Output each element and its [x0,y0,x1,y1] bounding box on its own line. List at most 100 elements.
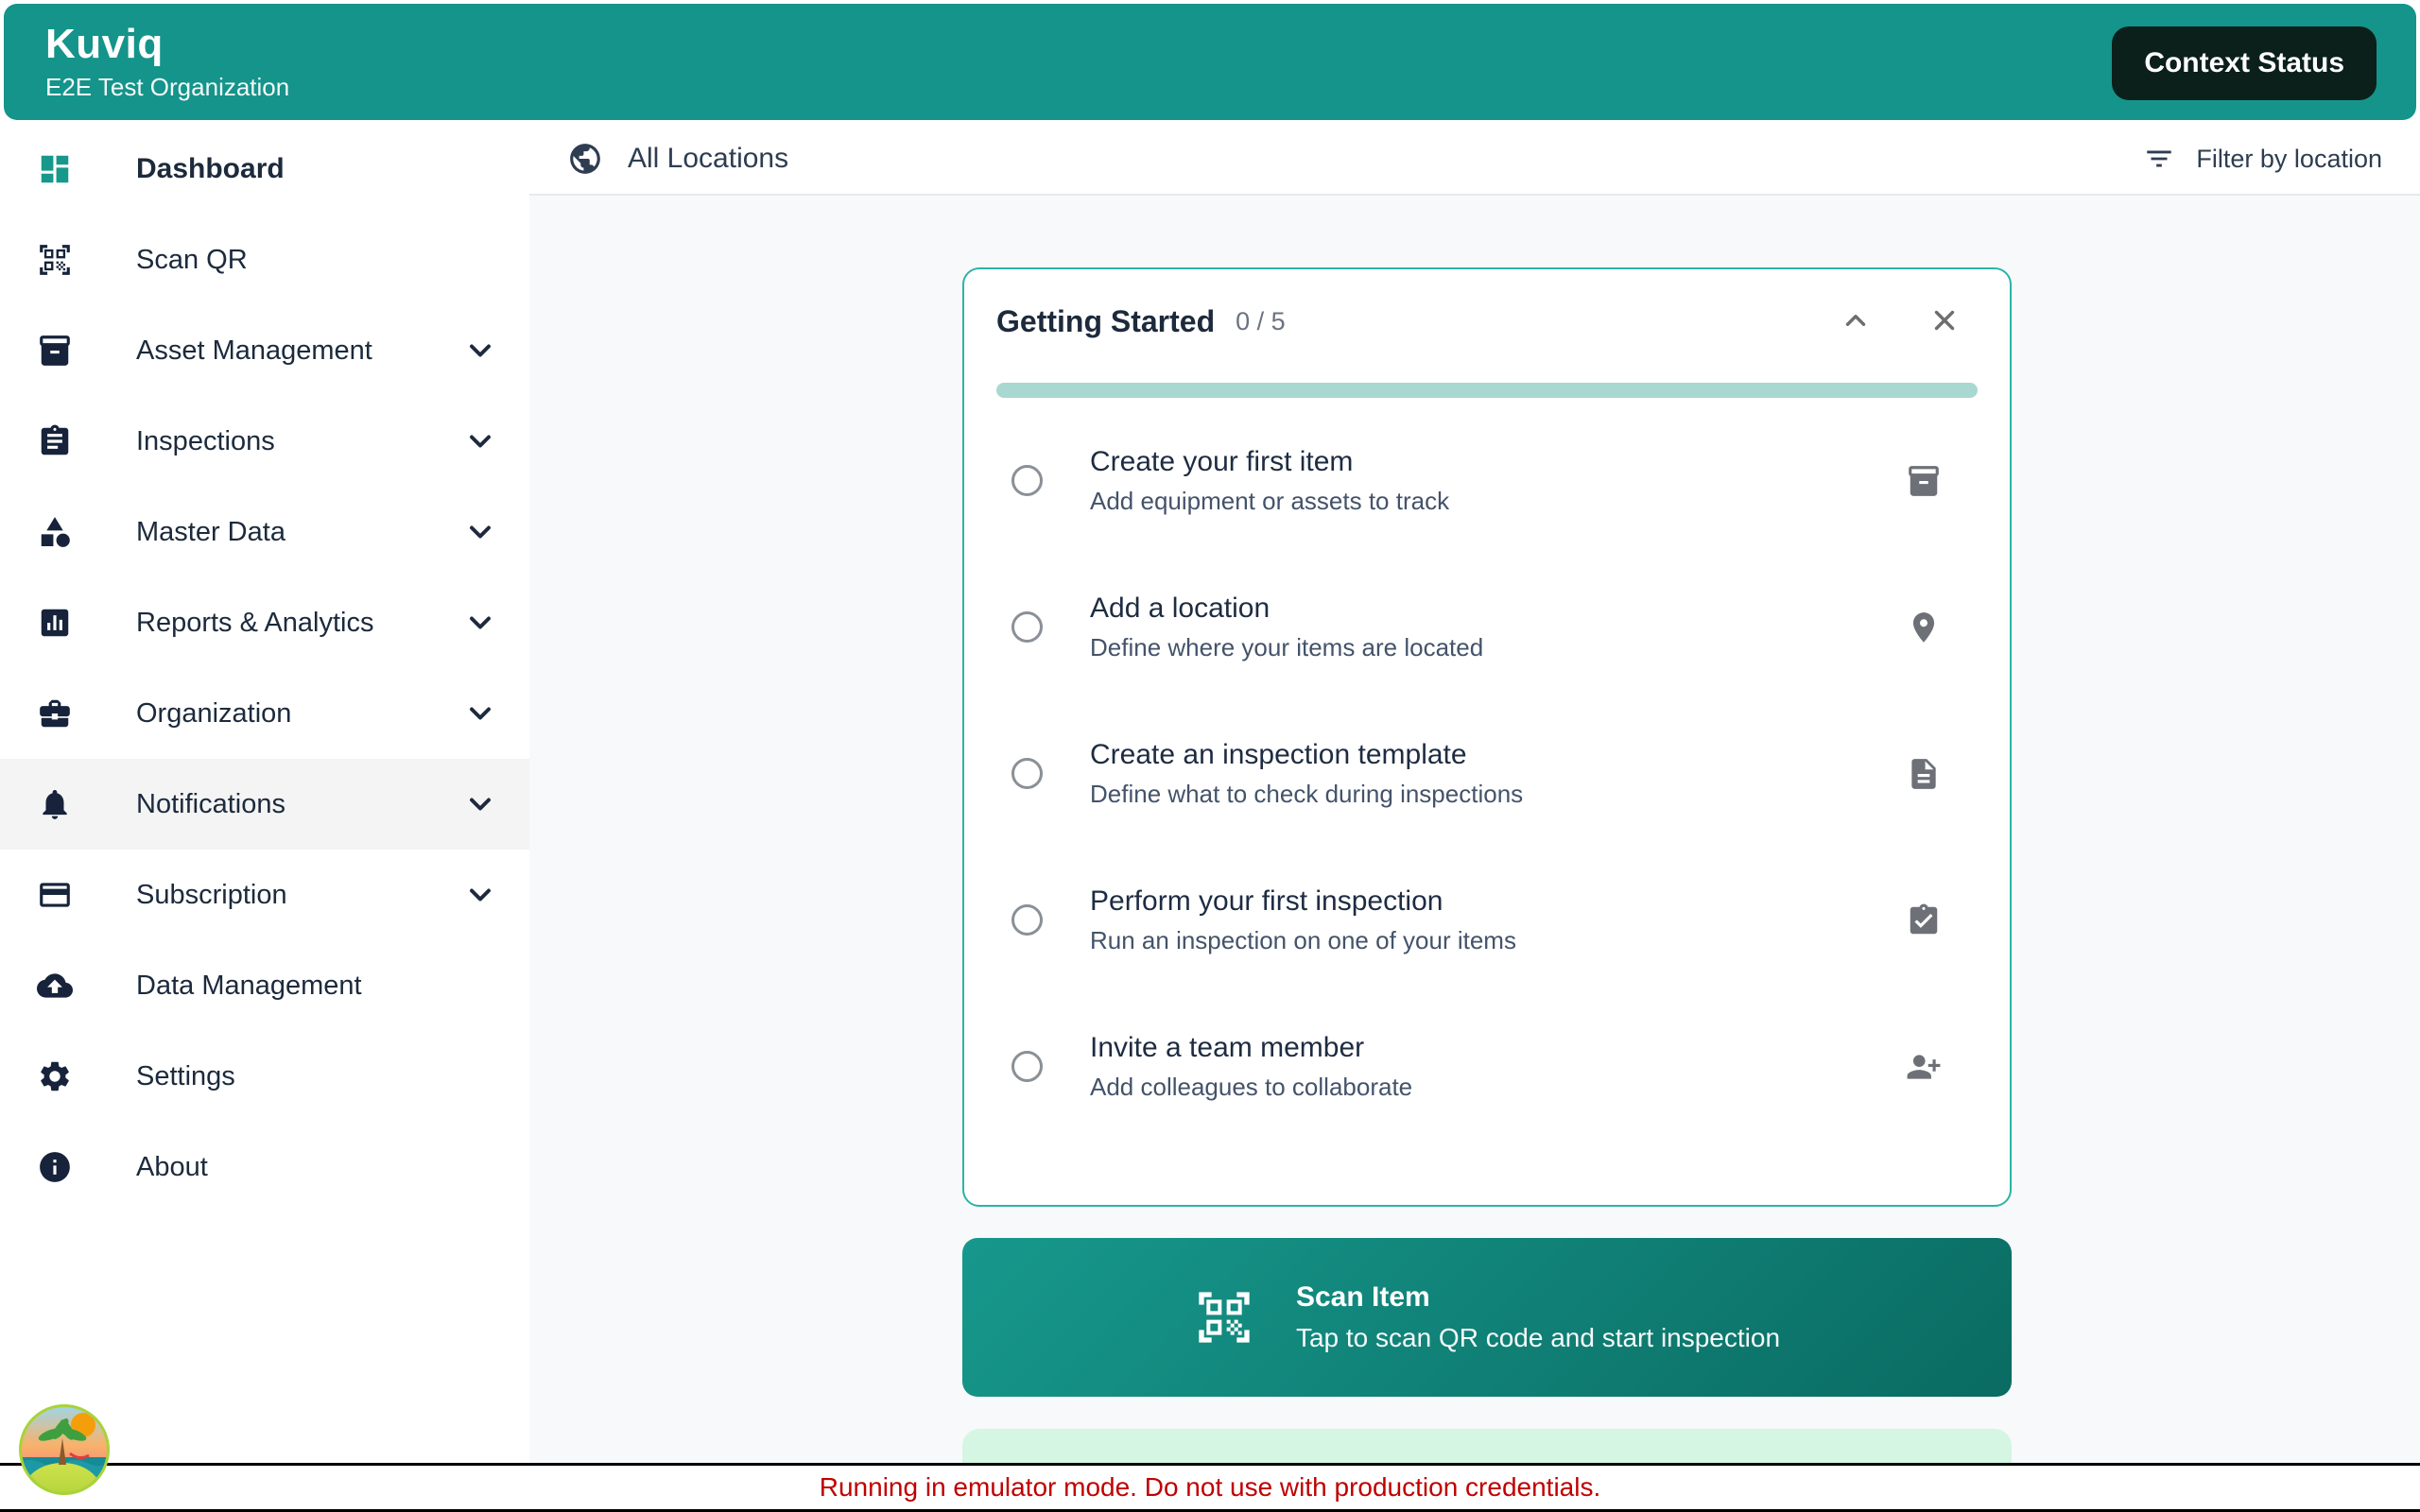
radio-unchecked-icon[interactable] [1011,611,1043,643]
chevron-down-icon [463,878,497,912]
location-selector[interactable]: All Locations [567,141,788,177]
location-pin-icon [1906,610,1942,645]
gear-icon [36,1057,74,1095]
sidebar-item-settings[interactable]: Settings [0,1031,529,1122]
getting-started-title: Getting Started [996,303,1216,338]
app-window: Kuviq E2E Test Organization Context Stat… [0,0,2420,1512]
sidebar-item-reports-analytics[interactable]: Reports & Analytics [0,577,529,668]
radio-unchecked-icon[interactable] [1011,465,1043,496]
sidebar-item-label: Asset Management [136,335,372,366]
sidebar-item-inspections[interactable]: Inspections [0,396,529,487]
chevron-down-icon [463,787,497,821]
org-subtitle: E2E Test Organization [45,73,290,102]
collapse-card-button[interactable] [1838,303,1874,339]
checklist-item-title: Invite a team member [1090,1031,1365,1063]
sidebar-item-master-data[interactable]: Master Data [0,487,529,577]
checklist-item-title: Add a location [1090,592,1270,624]
sidebar-item-label: Settings [136,1060,235,1091]
sidebar: Dashboard Scan QR Asset Management Inspe… [0,124,529,1512]
checklist-item-create-first-item[interactable]: Create your first item Add equipment or … [996,407,1978,554]
main-content: Getting Started 0 / 5 Create your first … [529,196,2420,1512]
clipboard-check-icon [1906,902,1942,938]
getting-started-header: Getting Started 0 / 5 [996,303,1978,339]
radio-unchecked-icon[interactable] [1011,904,1043,936]
sidebar-item-notifications[interactable]: Notifications [0,759,529,850]
globe-icon [570,144,600,174]
dashboard-icon [36,150,74,188]
sidebar-item-label: Scan QR [136,244,248,275]
sidebar-item-about[interactable]: About [0,1122,529,1212]
sidebar-item-scan-qr[interactable]: Scan QR [0,215,529,305]
scan-item-title: Scan Item [1295,1281,1430,1313]
close-card-button[interactable] [1927,303,1962,339]
document-icon [1906,756,1942,792]
archive-box-icon [36,332,74,369]
getting-started-card: Getting Started 0 / 5 Create your first … [962,267,2012,1207]
close-icon [1928,304,1961,339]
person-add-icon [1906,1049,1942,1085]
checklist-item-subtitle: Define what to check during inspections [1090,779,1524,808]
sidebar-item-asset-management[interactable]: Asset Management [0,305,529,396]
checklist-item-title: Create an inspection template [1090,738,1467,770]
sidebar-item-label: Organization [136,697,292,729]
getting-started-progress-count: 0 / 5 [1236,306,1286,335]
filter-icon [2147,150,2172,167]
bar-chart-icon [36,604,74,642]
context-status-button[interactable]: Context Status [2112,26,2377,100]
radio-unchecked-icon[interactable] [1011,758,1043,789]
location-bar: All Locations Filter by location [529,124,2420,196]
chevron-up-icon [1840,304,1872,339]
chevron-down-icon [463,696,497,730]
sidebar-item-organization[interactable]: Organization [0,668,529,759]
sidebar-item-subscription[interactable]: Subscription [0,850,529,940]
checklist-item-subtitle: Add colleagues to collaborate [1090,1072,1413,1101]
sidebar-item-label: Notifications [136,788,285,819]
checklist-item-create-template[interactable]: Create an inspection template Define wha… [996,700,1978,847]
sidebar-item-label: Dashboard [136,153,285,184]
archive-box-icon [1906,463,1942,499]
sidebar-item-data-management[interactable]: Data Management [0,940,529,1031]
sidebar-item-label: Subscription [136,879,287,910]
cloud-upload-icon [36,967,74,1005]
info-icon [36,1148,74,1186]
brand-block: Kuviq E2E Test Organization [45,20,290,102]
checklist-item-invite-team-member[interactable]: Invite a team member Add colleagues to c… [996,993,1978,1140]
qr-scanner-icon [1199,1292,1250,1343]
emulator-banner-text: Running in emulator mode. Do not use wit… [819,1472,1601,1502]
emulator-banner: Running in emulator mode. Do not use wit… [0,1463,2420,1512]
qr-scanner-icon [36,241,74,279]
sidebar-item-label: Inspections [136,425,275,456]
checklist-item-subtitle: Define where your items are located [1090,632,1484,662]
checklist-item-title: Perform your first inspection [1090,885,1443,917]
sidebar-item-label: Master Data [136,516,285,547]
progress-bar [996,383,1978,398]
sidebar-item-label: Reports & Analytics [136,607,374,638]
sidebar-item-label: Data Management [136,970,362,1001]
chevron-down-icon [463,606,497,640]
checklist-item-title: Create your first item [1090,445,1354,477]
bell-icon [36,785,74,823]
briefcase-icon [36,695,74,732]
chevron-down-icon [463,424,497,458]
checklist-item-subtitle: Run an inspection on one of your items [1090,925,1516,954]
app-header: Kuviq E2E Test Organization Context Stat… [4,4,2416,120]
scan-item-button[interactable]: Scan Item Tap to scan QR code and start … [962,1238,2012,1397]
credit-card-icon [36,876,74,914]
checklist-item-add-location[interactable]: Add a location Define where your items a… [996,554,1978,700]
shapes-icon [36,513,74,551]
sidebar-item-dashboard[interactable]: Dashboard [0,124,529,215]
radio-unchecked-icon[interactable] [1011,1051,1043,1082]
chevron-down-icon [463,334,497,368]
checklist-item-perform-inspection[interactable]: Perform your first inspection Run an ins… [996,847,1978,993]
filter-label: Filter by location [2196,144,2382,173]
checklist-item-subtitle: Add equipment or assets to track [1090,486,1450,515]
scan-item-subtitle: Tap to scan QR code and start inspection [1295,1323,1781,1352]
clipboard-icon [36,422,74,460]
island-logo-icon [15,1400,113,1499]
location-title: All Locations [628,143,789,174]
filter-by-location-button[interactable]: Filter by location [2143,143,2382,175]
sidebar-item-label: About [136,1151,208,1182]
app-title: Kuviq [45,20,164,67]
chevron-down-icon [463,515,497,549]
getting-started-list: Create your first item Add equipment or … [996,407,1978,1140]
